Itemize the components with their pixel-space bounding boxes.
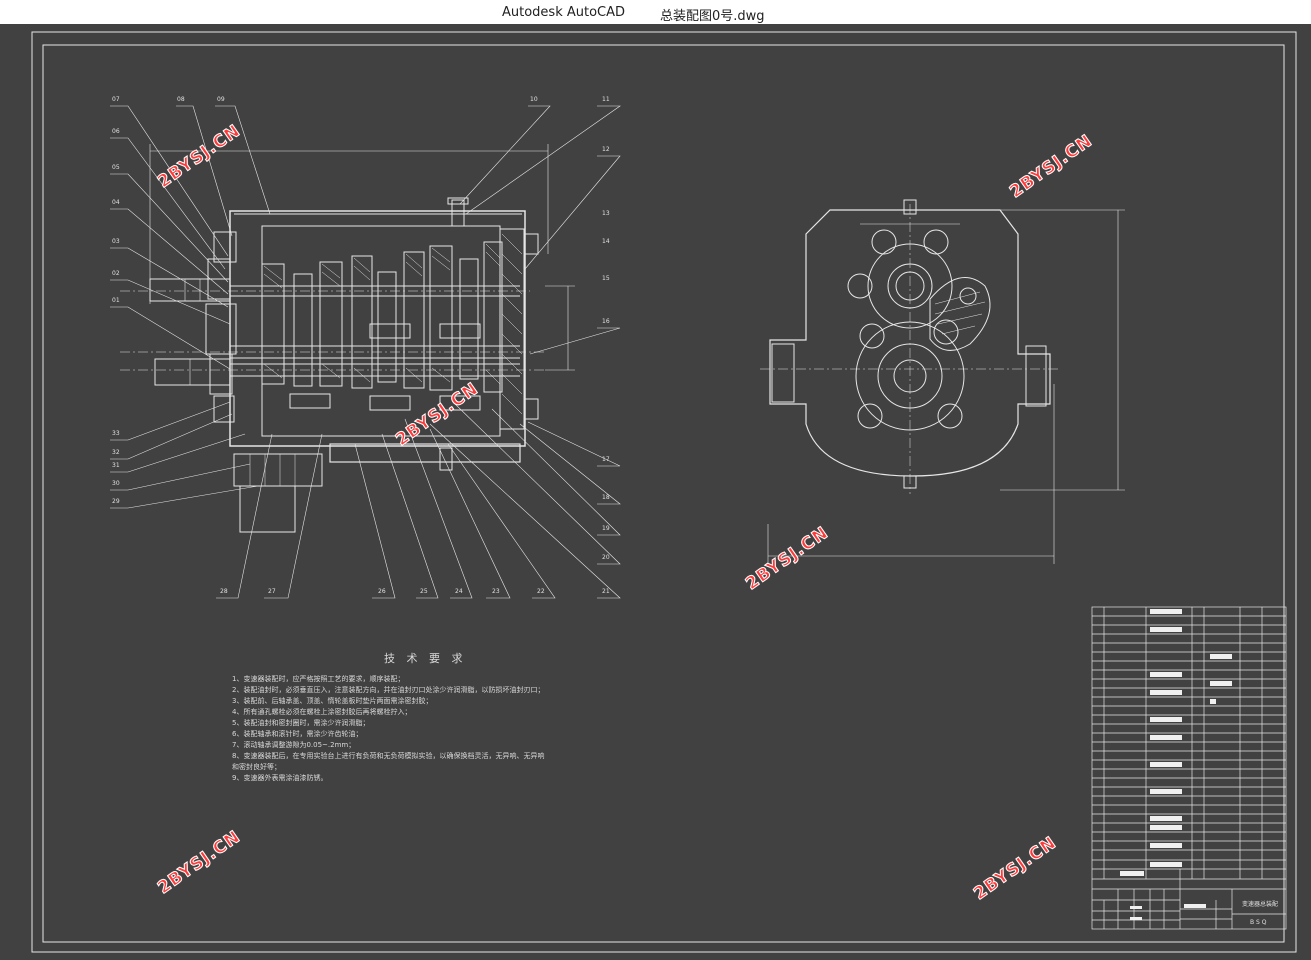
part-label: 11 bbox=[602, 96, 610, 103]
part-label: 10 bbox=[530, 96, 538, 103]
tech-req-line: 8、变速器装配后，在专用实验台上进行有负荷和无负荷模拟实验，以确保换档灵活，无异… bbox=[232, 752, 545, 760]
part-label: 07 bbox=[112, 96, 120, 103]
drawing-title: 变速器总装配 bbox=[1242, 901, 1279, 908]
tech-req-line: 1、变速器装配时，应严格按照工艺的要求，顺序装配； bbox=[232, 675, 405, 683]
tech-req-line: 3、装配前、后轴承盖、顶盖、惰轮盖板时垫片两面需涂密封胶； bbox=[232, 697, 433, 705]
part-label: 31 bbox=[112, 462, 120, 469]
tech-req-line: 9、变速器外表需涂油漆防锈。 bbox=[232, 774, 328, 782]
drawing-code: B S Q bbox=[1250, 919, 1267, 926]
part-label: 05 bbox=[112, 164, 120, 171]
part-label: 26 bbox=[378, 588, 386, 595]
part-label: 24 bbox=[455, 588, 463, 595]
tech-req-line: 和密封良好等； bbox=[232, 763, 281, 771]
part-label: 27 bbox=[268, 588, 276, 595]
tech-req-line: 7、滚动轴承调整游隙为0.05~.2mm； bbox=[232, 741, 356, 749]
part-label: 04 bbox=[112, 199, 120, 206]
part-label: 14 bbox=[602, 238, 610, 245]
part-label: 23 bbox=[492, 588, 500, 595]
part-label: 08 bbox=[177, 96, 185, 103]
part-label: 21 bbox=[602, 588, 610, 595]
inner-border bbox=[42, 44, 1285, 943]
title-bar: Autodesk AutoCAD 总装配图0号.dwg bbox=[0, 0, 1311, 25]
tech-req-title: 技 术 要 求 bbox=[384, 652, 467, 665]
part-label: 13 bbox=[602, 210, 610, 217]
part-label: 22 bbox=[537, 588, 545, 595]
part-label: 29 bbox=[112, 498, 120, 505]
part-label: 06 bbox=[112, 128, 120, 135]
part-label: 20 bbox=[602, 554, 610, 561]
part-label: 15 bbox=[602, 275, 610, 282]
part-label: 19 bbox=[602, 525, 610, 532]
part-label: 02 bbox=[112, 270, 120, 277]
part-label: 01 bbox=[112, 297, 120, 304]
part-label: 16 bbox=[602, 318, 610, 325]
part-label: 12 bbox=[602, 146, 610, 153]
app-name: Autodesk AutoCAD bbox=[502, 5, 626, 20]
tech-req-line: 5、装配油封和密封圈时，需涂少许润滑脂； bbox=[232, 719, 370, 727]
part-label: 32 bbox=[112, 449, 120, 456]
drawing-canvas[interactable]: 07 06 05 04 03 02 01 33 32 31 30 29 08 0… bbox=[0, 24, 1311, 960]
part-label: 33 bbox=[112, 430, 120, 437]
tech-req-line: 6、装配轴承和滚针时，需涂少许齿轮油； bbox=[232, 730, 363, 738]
part-label: 03 bbox=[112, 238, 120, 245]
tech-req-line: 2、装配油封时，必须垂直压入，注意装配方向，并在油封刃口处涂少许润滑脂，以防损坏… bbox=[232, 686, 545, 694]
part-label: 18 bbox=[602, 494, 610, 501]
part-label: 30 bbox=[112, 480, 120, 487]
parts-list-fills bbox=[1120, 609, 1232, 920]
document-name: 总装配图0号.dwg bbox=[660, 9, 765, 24]
end-view bbox=[760, 199, 1125, 564]
section-view bbox=[120, 144, 575, 533]
part-label: 28 bbox=[220, 588, 228, 595]
part-label: 25 bbox=[420, 588, 428, 595]
parts-list bbox=[1091, 606, 1287, 930]
part-label: 17 bbox=[602, 456, 610, 463]
tech-req-line: 4、所有通孔螺栓必须在螺栓上涂密封胶后再将螺栓拧入； bbox=[232, 708, 412, 716]
part-label: 09 bbox=[217, 96, 225, 103]
